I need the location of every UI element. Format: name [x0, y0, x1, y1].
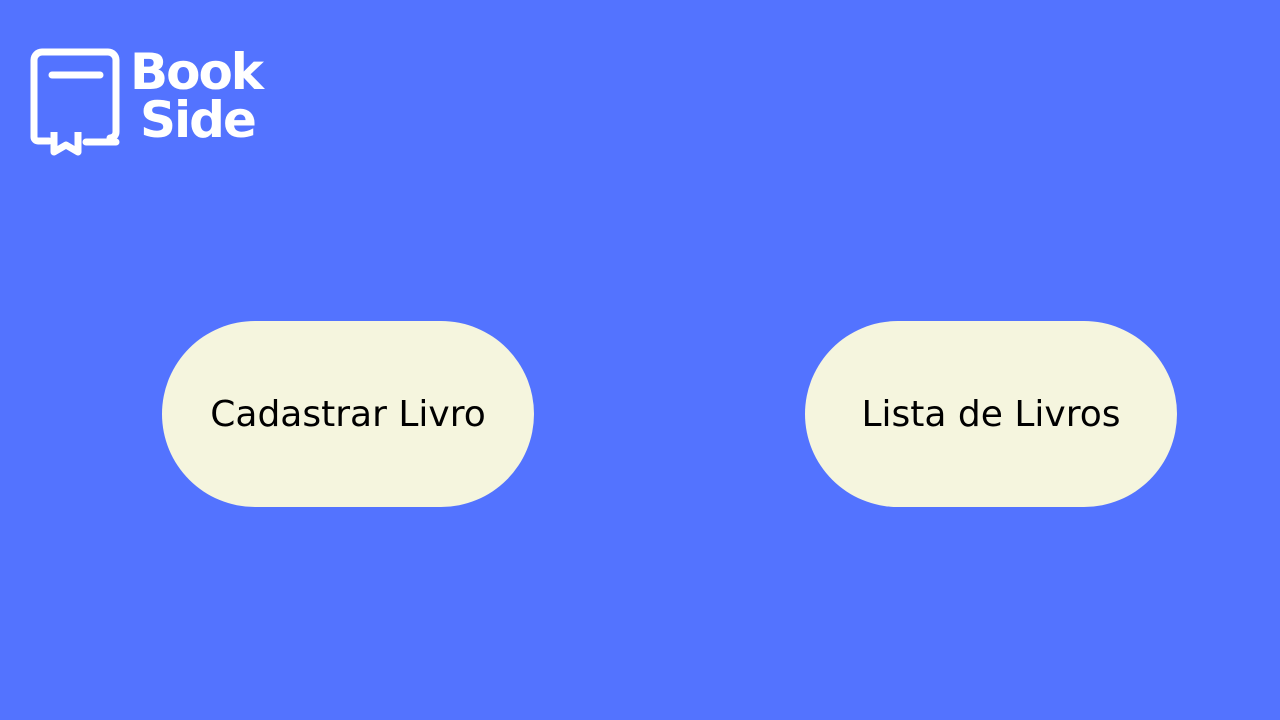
book-list-button[interactable]: Lista de Livros [805, 321, 1177, 507]
register-book-button[interactable]: Cadastrar Livro [162, 321, 534, 507]
register-book-label: Cadastrar Livro [210, 393, 486, 435]
book-list-label: Lista de Livros [861, 393, 1121, 435]
brand-name-line2: Side [140, 91, 257, 149]
brand-name-line1: Book [130, 43, 264, 101]
brand-logo: Book Side [30, 43, 270, 160]
book-icon [30, 48, 120, 156]
brand-name: Book Side [130, 43, 264, 149]
